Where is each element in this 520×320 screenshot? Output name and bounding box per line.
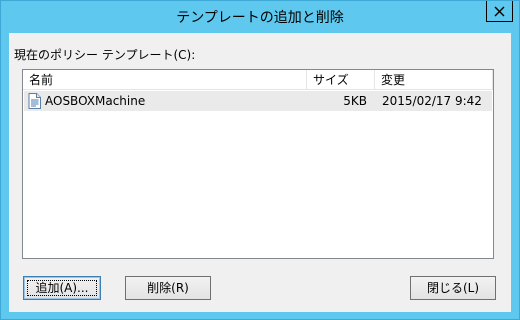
remove-button-label: 削除(R) (147, 281, 189, 295)
item-name: AOSBOXMachine (45, 94, 146, 108)
close-button[interactable]: 閉じる(L) (410, 276, 496, 300)
column-header-name[interactable]: 名前 (23, 70, 307, 90)
title-bar[interactable]: テンプレートの追加と削除 (1, 1, 519, 33)
close-window-button[interactable] (486, 1, 513, 22)
template-list-label: 現在のポリシー テンプレート(C): (14, 48, 196, 62)
add-button-label: 追加(A)... (35, 281, 89, 295)
close-button-label: 閉じる(L) (426, 281, 480, 295)
list-item[interactable]: AOSBOXMachine 5KB 2015/02/17 9:42 (24, 91, 492, 111)
listview-header: 名前 サイズ 変更 (23, 70, 493, 90)
column-header-size[interactable]: サイズ (307, 70, 375, 90)
column-header-modified[interactable]: 変更 (375, 70, 493, 90)
template-listview[interactable]: 名前 サイズ 変更 AOSBOXMachine 5KB 2015/02/17 9… (22, 69, 494, 259)
add-button[interactable]: 追加(A)... (23, 276, 101, 300)
window-title: テンプレートの追加と削除 (176, 10, 344, 26)
item-modified: 2015/02/17 9:42 (382, 94, 482, 108)
item-size: 5KB (343, 94, 367, 108)
remove-button[interactable]: 削除(R) (125, 276, 211, 300)
document-icon (28, 93, 42, 109)
close-icon (494, 6, 505, 16)
